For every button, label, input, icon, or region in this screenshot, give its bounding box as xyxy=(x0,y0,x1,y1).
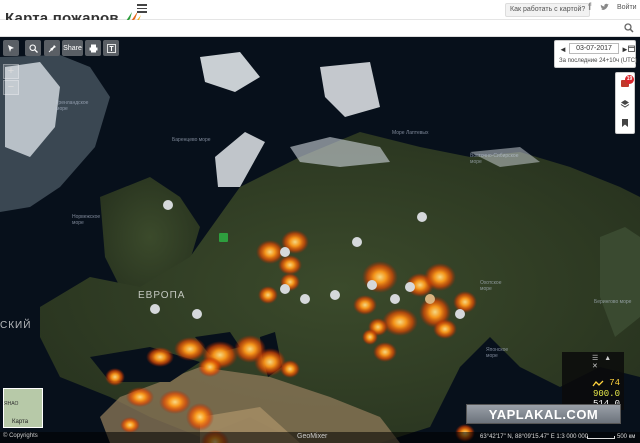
how-to-use-button[interactable]: Как работать с картой? xyxy=(505,3,591,17)
print-icon xyxy=(89,44,97,52)
map-label-norwegian-sea: Норвежское море xyxy=(72,214,101,226)
select-tool-button[interactable] xyxy=(3,40,19,56)
map-label-east-siberian-sea: Восточно-Сибирское море xyxy=(470,153,519,165)
zoom-out-button[interactable]: − xyxy=(3,80,19,95)
cursor-icon xyxy=(7,44,14,52)
satellite-basemap xyxy=(0,52,640,443)
date-range-label: За последние 24+10ч (UTC) xyxy=(559,58,638,64)
text-icon xyxy=(106,43,116,53)
geomixer-logo[interactable]: GeoMixer xyxy=(297,433,327,440)
search-icon[interactable] xyxy=(624,23,634,33)
map-label-laptev-sea: Море Лаптевых xyxy=(392,130,429,136)
app-header: Карта пожаров Как работать с картой? f В… xyxy=(0,0,640,27)
fire-map[interactable]: ЕВРОПА СКИЙ Гренландское море Баренцево … xyxy=(0,37,640,443)
legend-value-2: 900.0 xyxy=(592,389,620,399)
pin-icon xyxy=(48,44,56,52)
print-button[interactable] xyxy=(85,40,101,56)
pin-tool-button[interactable] xyxy=(44,40,60,56)
legend-value-count: 74 xyxy=(609,378,620,388)
zoom-in-button[interactable]: + xyxy=(3,64,19,79)
side-panel: 19 xyxy=(615,72,635,134)
map-label-okhotsk-sea: Охотское море xyxy=(480,280,502,292)
minimap[interactable]: ЯНАО Карта xyxy=(3,388,43,428)
map-label-bering-sea: Берингово море xyxy=(594,299,632,305)
map-label-japan-sea: Японское море xyxy=(486,347,509,359)
status-bar: © Copyrights GeoMixer 63°42'17" N, 88°09… xyxy=(0,432,640,443)
date-prev-button[interactable]: ◄ xyxy=(559,45,567,54)
watermark: YAPLAKAL.COM xyxy=(466,404,621,424)
map-label-greenland-sea: Гренландское море xyxy=(56,100,89,112)
magnifier-icon xyxy=(28,43,38,53)
facebook-icon[interactable]: f xyxy=(588,2,591,13)
scale-label: 500 км xyxy=(617,434,636,440)
bookmark-icon[interactable] xyxy=(620,118,630,128)
alerts-badge: 19 xyxy=(625,75,634,84)
map-label-left-edge: СКИЙ xyxy=(0,320,32,331)
twitter-icon[interactable] xyxy=(600,3,609,12)
map-label-barents-sea: Баренцево море xyxy=(172,137,211,143)
legend-panel: ☰ ▲ ✕ 74 900.0 514.0 xyxy=(562,352,624,410)
legend-controls[interactable]: ☰ ▲ ✕ xyxy=(592,354,624,370)
layers-icon[interactable] xyxy=(620,99,630,109)
map-label-europe: ЕВРОПА xyxy=(138,290,186,301)
calendar-icon[interactable] xyxy=(628,45,635,52)
date-panel: ◄ 03-07-2017 ► За последние 24+10ч (UTC) xyxy=(554,40,638,68)
zoom-tool-button[interactable] xyxy=(25,40,41,56)
fire-count-icon xyxy=(592,380,604,387)
minimap-top-label: ЯНАО xyxy=(4,401,19,407)
search-input[interactable] xyxy=(134,21,624,35)
text-tool-button[interactable] xyxy=(103,40,119,56)
minimap-label: Карта xyxy=(12,419,29,425)
date-field[interactable]: 03-07-2017 xyxy=(569,43,619,54)
coordinates-readout: 63°42'17" N, 88°09'15.47" E 1:3 000 000 xyxy=(480,434,589,440)
menu-icon[interactable] xyxy=(137,4,147,14)
scale-bar xyxy=(587,436,615,439)
share-button[interactable]: Share xyxy=(62,40,83,56)
login-link[interactable]: Войти xyxy=(617,4,637,11)
search-bar xyxy=(0,20,640,37)
copyright-link[interactable]: © Copyrights xyxy=(3,433,38,439)
